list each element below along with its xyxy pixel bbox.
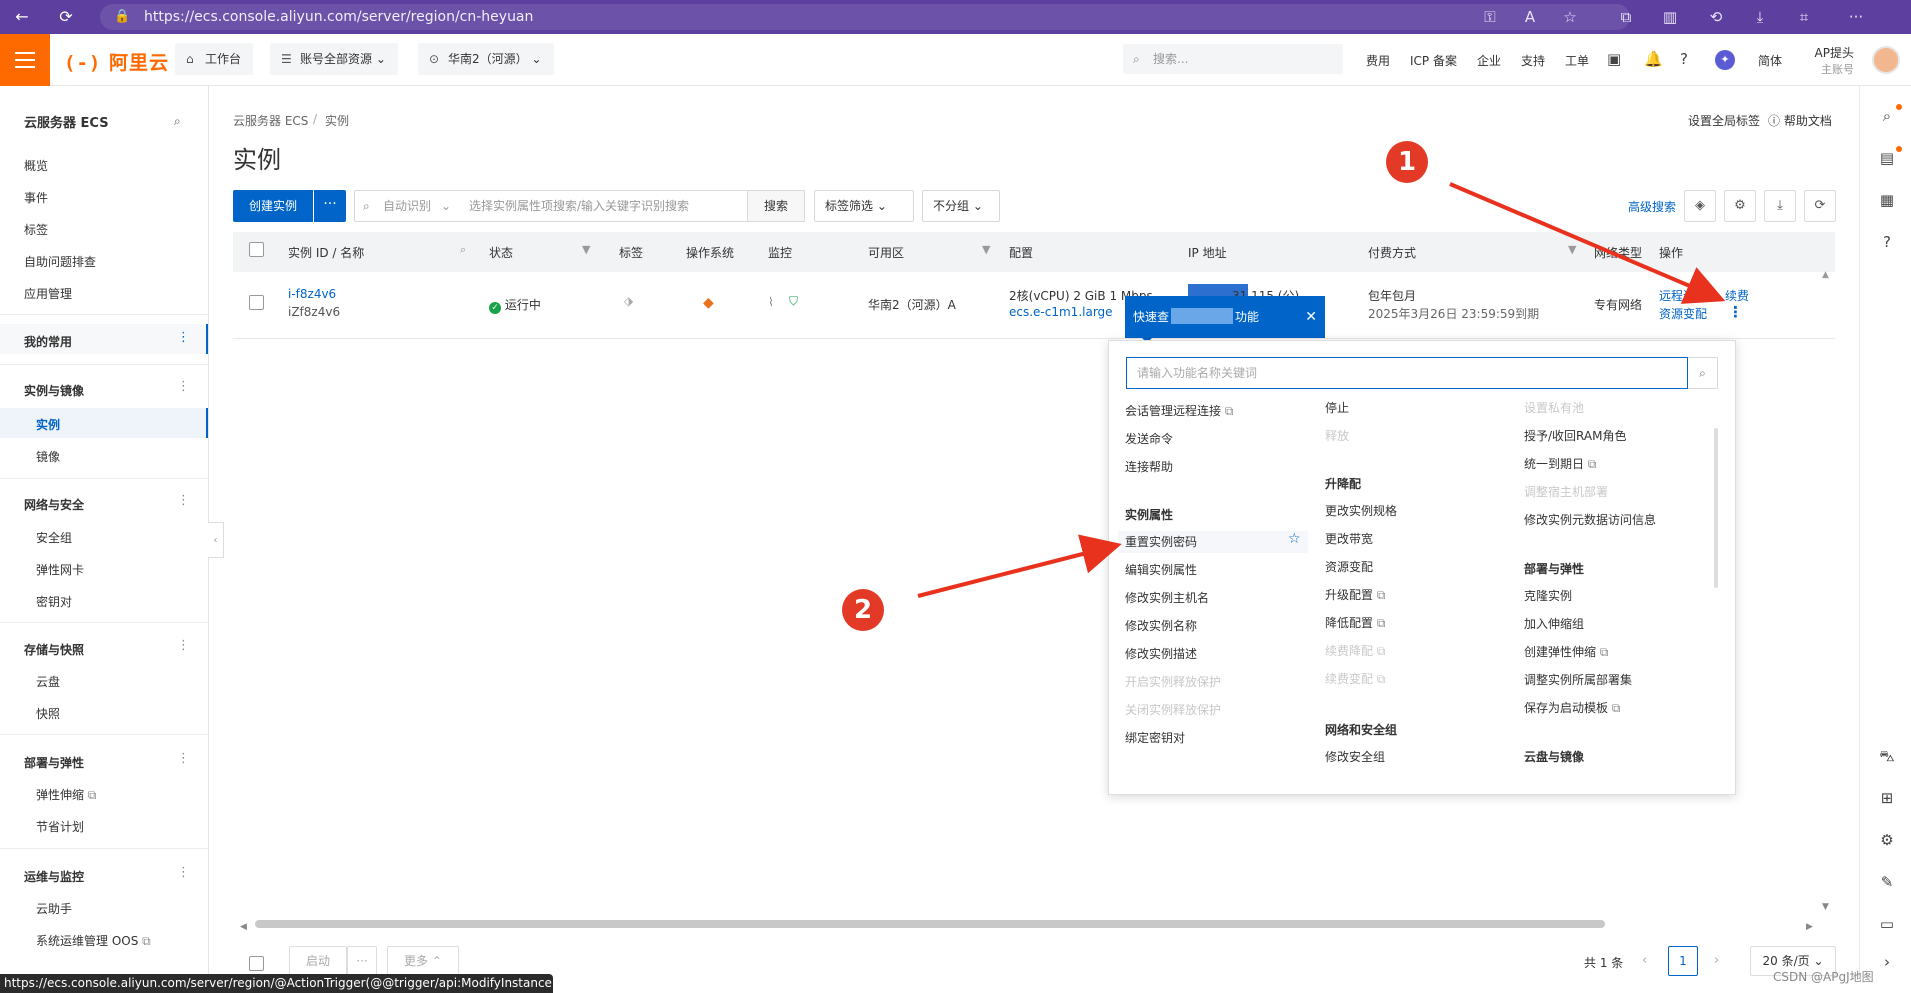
prev-page-icon[interactable]: ‹ [1642,953,1647,968]
watermark: CSDN @APgJ地图 [1773,970,1874,984]
scroll-right-icon[interactable]: ▶ [1806,922,1813,932]
start-button[interactable]: 启动 [289,946,347,976]
more-dropdown[interactable]: 更多 ⌃ [387,946,459,976]
page-number[interactable]: 1 [1668,946,1698,976]
arrow-one [1449,182,1726,304]
next-page-icon[interactable]: › [1714,953,1719,968]
annotation-badge-two: 2 [842,589,884,631]
bottom-select-checkbox[interactable] [249,956,264,971]
scroll-down-icon[interactable]: ▼ [1822,902,1829,912]
browser-status-url: https://ecs.console.aliyun.com/server/re… [0,974,613,993]
horizontal-scrollbar[interactable] [255,920,1605,928]
total-count: 共 1 条 [1584,956,1624,970]
bottom-more-dots-button[interactable]: ··· [347,946,377,976]
annotation-arrows [917,182,1726,598]
annotation-badge-one: 1 [1386,141,1428,183]
scroll-left-icon[interactable]: ◀ [240,922,247,932]
arrow-two [917,534,1122,598]
